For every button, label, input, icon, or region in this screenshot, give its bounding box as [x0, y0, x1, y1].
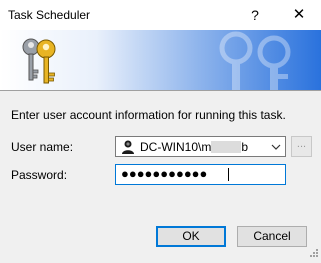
- text-caret: [228, 168, 229, 181]
- redacted-block: [211, 141, 242, 153]
- keys-icon: [14, 34, 64, 89]
- password-masked-value: ●●●●●●●●●●●: [121, 166, 208, 181]
- header-banner: [0, 30, 321, 90]
- user-icon: [120, 139, 136, 158]
- chevron-down-icon[interactable]: [271, 141, 281, 155]
- cancel-button[interactable]: Cancel: [237, 226, 307, 247]
- banner-divider: [0, 90, 321, 91]
- title-bar: Task Scheduler ? ✕: [0, 0, 321, 30]
- user-name-combobox[interactable]: DC-WIN10\m b: [115, 136, 286, 157]
- ok-button[interactable]: OK: [156, 226, 226, 247]
- password-label: Password:: [11, 168, 68, 182]
- instruction-text: Enter user account information for runni…: [11, 108, 286, 122]
- user-name-label: User name:: [11, 140, 74, 154]
- browse-user-button[interactable]: ...: [291, 136, 312, 157]
- close-button[interactable]: ✕: [276, 0, 321, 30]
- help-button[interactable]: ?: [232, 0, 278, 30]
- keys-watermark-icon: [196, 30, 321, 90]
- task-scheduler-dialog: Task Scheduler ? ✕ Enter user account in…: [0, 0, 321, 263]
- resize-grip-icon[interactable]: [309, 247, 319, 261]
- window-title: Task Scheduler: [8, 8, 91, 22]
- password-input[interactable]: ●●●●●●●●●●●: [115, 164, 286, 185]
- user-name-value: DC-WIN10\m b: [140, 140, 249, 154]
